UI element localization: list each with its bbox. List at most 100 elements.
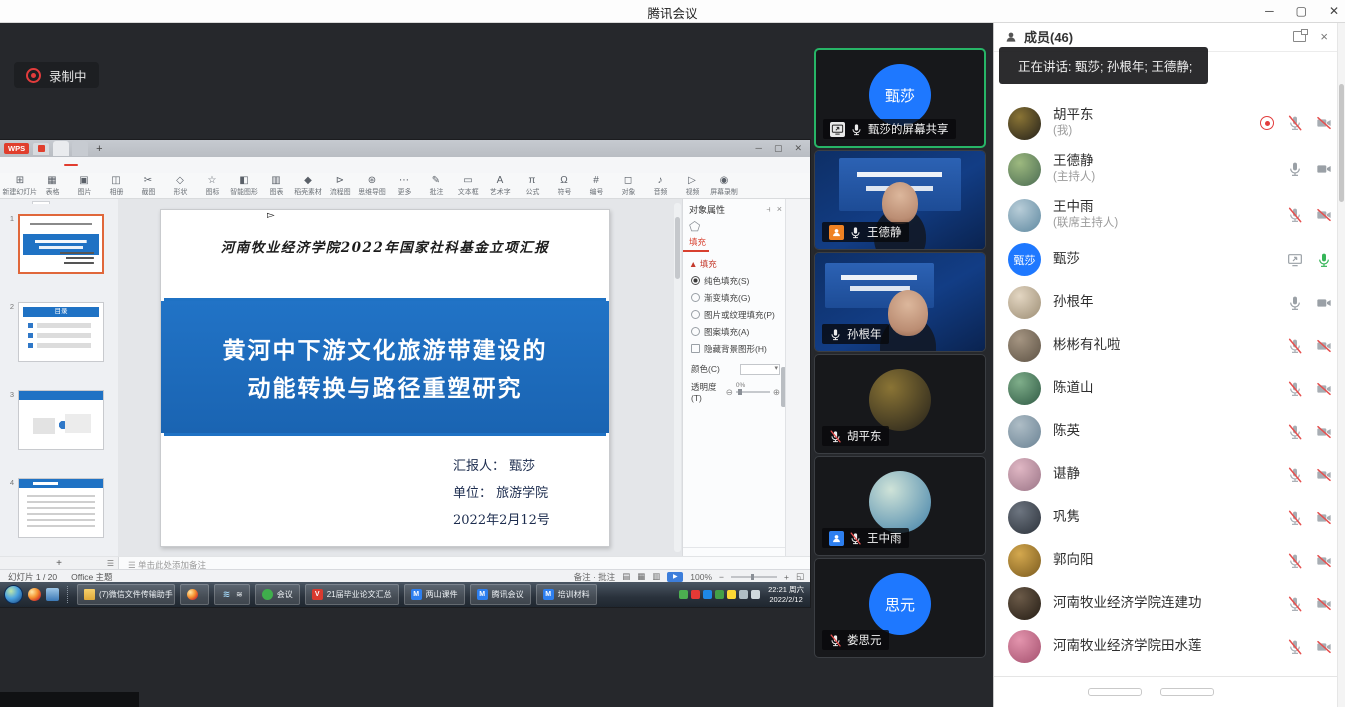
taskbar-button[interactable]: M 培训材料 <box>536 584 597 605</box>
slideshow-play-button[interactable]: ▶ <box>667 572 683 582</box>
member-row[interactable]: 陈英 <box>994 410 1338 453</box>
member-row[interactable]: 甄莎 甄莎 <box>994 238 1338 281</box>
wps-ribbon-button[interactable]: π 公式 <box>516 175 548 197</box>
video-tile[interactable]: 思元 娄思元 <box>814 558 986 658</box>
member-row[interactable]: 王德静 (主持人) <box>994 146 1338 192</box>
video-tile[interactable]: 王德静 <box>814 150 986 250</box>
wps-ribbon-button[interactable]: ◇ 形状 <box>164 175 196 197</box>
wps-document-tab[interactable] <box>72 141 88 156</box>
wps-menu-item[interactable] <box>106 164 120 166</box>
video-tile[interactable]: 孙根年 <box>814 252 986 352</box>
wps-logo[interactable]: WPS <box>4 143 29 154</box>
close-button[interactable]: ✕ <box>1329 4 1339 18</box>
video-tile[interactable]: 胡平东 <box>814 354 986 454</box>
notes-toggle[interactable]: 备注 · 批注 <box>574 571 616 583</box>
wps-ribbon-button[interactable]: ✎ 批注 <box>420 175 452 197</box>
wps-ribbon-button[interactable]: ▣ 图片 <box>68 175 100 197</box>
tray-icon[interactable] <box>751 590 760 599</box>
thumbnail-menu-icon[interactable]: ☰ <box>107 559 114 568</box>
wps-ribbon-button[interactable]: ▦ 表格 <box>36 175 68 197</box>
member-status-icons[interactable] <box>1287 338 1334 354</box>
wps-new-tab-button[interactable]: + <box>92 143 106 155</box>
fit-window-icon[interactable]: ◱ <box>796 571 804 582</box>
member-row[interactable]: 河南牧业经济学院田水莲 <box>994 625 1338 668</box>
wps-menu-item[interactable] <box>176 164 190 166</box>
tray-icon[interactable] <box>715 590 724 599</box>
slide-thumbnail[interactable]: 1 <box>6 214 118 274</box>
member-status-icons[interactable] <box>1287 381 1334 397</box>
start-button[interactable] <box>4 585 23 604</box>
wps-menu-item[interactable] <box>148 164 162 166</box>
view-normal-icon[interactable]: ▤ <box>622 571 630 582</box>
member-status-icons[interactable] <box>1287 639 1334 655</box>
pane-close-icon[interactable]: × <box>777 204 782 215</box>
member-row[interactable]: 郭向阳 <box>994 539 1338 582</box>
taskbar-button[interactable]: 会议 <box>255 584 300 605</box>
minimize-button[interactable]: ─ <box>1265 4 1274 18</box>
fill-option[interactable]: 纯色填充(S) <box>683 272 786 289</box>
panel-scrollbar[interactable] <box>1337 22 1345 707</box>
member-status-icons[interactable] <box>1287 467 1334 483</box>
wps-ribbon-button[interactable]: ⊛ 思维导图 <box>356 175 388 197</box>
taskbar-button[interactable]: M 两山课件 <box>404 584 465 605</box>
member-status-icons[interactable] <box>1287 424 1334 440</box>
slider-plus[interactable]: ⊕ <box>773 387 780 398</box>
zoom-in-button[interactable]: + <box>784 572 789 582</box>
new-slide-button[interactable]: + <box>56 558 62 569</box>
transparency-slider[interactable]: ⊖ 0% ⊕ <box>726 387 780 398</box>
wps-home-tab[interactable] <box>33 143 49 155</box>
slide-thumbnail[interactable]: 4 <box>6 478 118 538</box>
fill-option[interactable]: 渐变填充(G) <box>683 289 786 306</box>
taskbar-button[interactable]: V 21届毕业论文汇总 <box>305 584 399 605</box>
wps-ribbon-button[interactable]: ☆ 图标 <box>196 175 228 197</box>
member-row[interactable]: 巩隽 <box>994 496 1338 539</box>
member-row[interactable]: 孙根年 <box>994 281 1338 324</box>
zoom-out-button[interactable]: − <box>719 572 724 582</box>
video-tile[interactable]: 甄莎 甄莎的屏幕共享 <box>814 48 986 148</box>
tray-icon[interactable] <box>691 590 700 599</box>
taskbar-button[interactable]: (7)微信文件传输助手 <box>77 584 175 605</box>
quicklaunch-browser-icon[interactable] <box>28 588 41 601</box>
fill-option[interactable]: 隐藏背景图形(H) <box>683 340 786 357</box>
radio-control[interactable] <box>691 310 700 319</box>
member-row[interactable]: 谌静 <box>994 453 1338 496</box>
member-row[interactable]: 河南牧业经济学院连建功 <box>994 582 1338 625</box>
tray-icon[interactable] <box>679 590 688 599</box>
taskbar-button[interactable]: M 腾讯会议 <box>470 584 531 605</box>
wps-menu-item[interactable] <box>134 164 148 166</box>
wps-menu-item[interactable] <box>190 164 204 166</box>
member-status-icons[interactable] <box>1287 295 1334 311</box>
maximize-button[interactable]: ▢ <box>1296 4 1307 18</box>
editor-scrollbar[interactable] <box>674 203 681 552</box>
radio-control[interactable] <box>691 276 700 285</box>
wps-ribbon-button[interactable]: ◆ 稻壳素材 <box>292 175 324 197</box>
slide-thumbnail[interactable]: 3 <box>6 390 118 450</box>
wps-menu-item[interactable] <box>120 164 134 166</box>
member-row[interactable]: 王中雨 (联席主持人) <box>994 192 1338 238</box>
panel-tab[interactable] <box>32 201 50 204</box>
panel-popout-icon[interactable] <box>1293 31 1306 42</box>
member-row[interactable]: 胡平东 (我) <box>994 100 1338 146</box>
tray-icon[interactable] <box>703 590 712 599</box>
panel-tab[interactable] <box>14 201 30 204</box>
wps-ribbon-button[interactable]: ◻ 对象 <box>612 175 644 197</box>
fill-section-header[interactable]: ▲ 填充 <box>683 252 786 272</box>
radio-control[interactable] <box>691 293 700 302</box>
video-tile[interactable]: 王中雨 <box>814 456 986 556</box>
wps-menu-item[interactable] <box>78 164 92 166</box>
member-status-icons[interactable] <box>1287 161 1334 177</box>
radio-control[interactable] <box>691 344 700 353</box>
panel-footer-button[interactable] <box>1088 688 1142 696</box>
wps-ribbon-button[interactable]: ◉ 屏幕录制 <box>708 175 740 197</box>
wps-menu-item[interactable] <box>64 164 78 166</box>
member-status-icons[interactable] <box>1287 553 1334 569</box>
quicklaunch-search-icon[interactable] <box>46 588 59 601</box>
member-status-icons[interactable] <box>1287 596 1334 612</box>
wps-ribbon-button[interactable]: ▭ 文本框 <box>452 175 484 197</box>
taskbar-clock[interactable]: 22:21 周六 2022/2/12 <box>768 585 804 605</box>
member-status-icons[interactable] <box>1287 510 1334 526</box>
slider-minus[interactable]: ⊖ <box>726 387 733 398</box>
wps-minimize-button[interactable]: ─ <box>756 143 762 154</box>
fill-tab[interactable]: 填充 <box>683 235 709 252</box>
tray-icon[interactable] <box>739 590 748 599</box>
